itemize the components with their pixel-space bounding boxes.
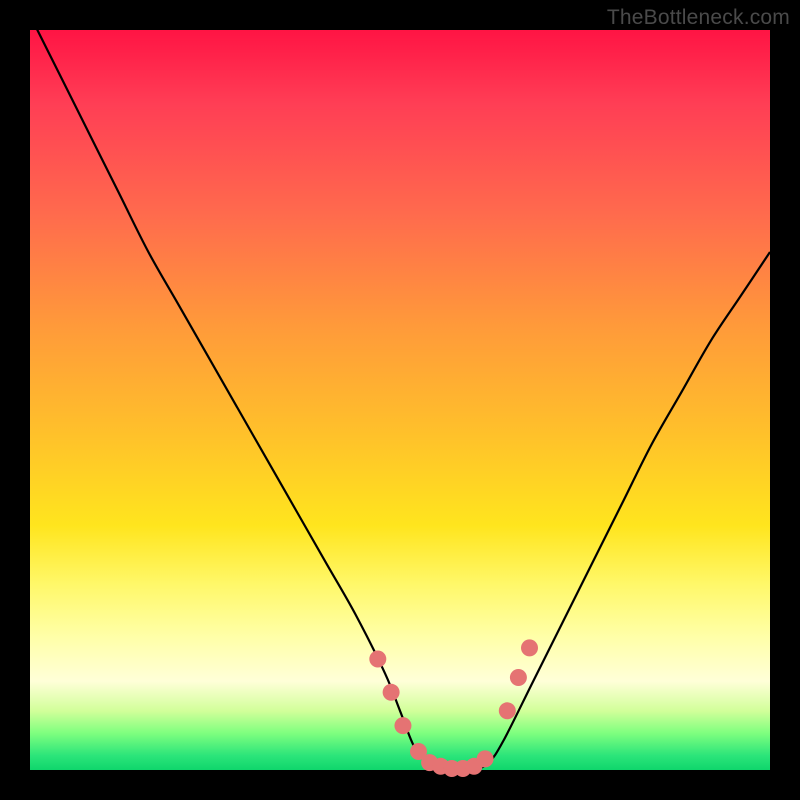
curve-layer [30,30,770,770]
curve-marker [394,717,411,734]
bottleneck-curve [30,15,770,770]
watermark-text: TheBottleneck.com [607,6,790,30]
chart-frame [30,30,770,770]
curve-marker [477,750,494,767]
curve-marker [369,651,386,668]
curve-markers [369,639,538,777]
curve-marker [499,702,516,719]
curve-marker [521,639,538,656]
curve-marker [510,669,527,686]
curve-marker [383,684,400,701]
